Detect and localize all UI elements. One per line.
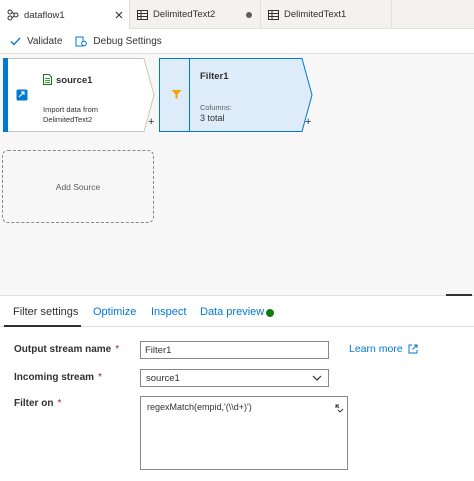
- filter-columns-label: Columns:: [200, 103, 232, 112]
- tab-inspect[interactable]: Inspect: [151, 306, 186, 318]
- filter-expression-box[interactable]: regexMatch(empid,'(\\d+)'): [140, 396, 348, 470]
- source-arrow-icon: [16, 89, 27, 101]
- file-icon: [43, 72, 52, 90]
- debug-settings-icon: [75, 36, 88, 46]
- dataflow-icon: [7, 9, 19, 21]
- add-source-label: Add Source: [55, 181, 101, 192]
- external-link-icon: [408, 344, 418, 354]
- source-node-title: source1: [56, 75, 93, 86]
- close-icon[interactable]: [115, 0, 123, 29]
- tab-divider: [391, 0, 392, 29]
- validate-label: Validate: [27, 35, 63, 47]
- required-marker: *: [57, 398, 62, 409]
- required-marker: *: [115, 344, 120, 355]
- expression-builder-icon[interactable]: [335, 400, 344, 418]
- validate-button[interactable]: Validate: [10, 30, 62, 52]
- canvas-divider: [0, 295, 474, 296]
- tab-delimitedtext2[interactable]: DelimitedText2: [130, 0, 260, 29]
- panel-resize-handle[interactable]: [446, 294, 472, 296]
- tab-dataflow1[interactable]: dataflow1: [0, 0, 129, 30]
- filter-funnel-icon: [171, 87, 182, 105]
- tab-label: dataflow1: [24, 9, 65, 21]
- table-icon: [268, 9, 279, 20]
- source-node-description: Import data from DelimitedText2: [43, 105, 99, 124]
- unsaved-dot-icon: [246, 0, 252, 29]
- document-tab-bar: dataflow1 DelimitedText2 DelimitedText1: [0, 0, 474, 30]
- debug-settings-label: Debug Settings: [93, 35, 162, 47]
- add-source-button[interactable]: Add Source: [2, 150, 154, 223]
- incoming-stream-value: source1: [146, 372, 180, 384]
- tab-data-preview[interactable]: Data preview: [200, 306, 264, 318]
- filter-expression-text: regexMatch(empid,'(\\d+)'): [147, 402, 252, 412]
- table-icon: [137, 9, 148, 20]
- debug-settings-button[interactable]: Debug Settings: [75, 30, 162, 52]
- dataflow-canvas[interactable]: source1 Import data from DelimitedText2 …: [0, 53, 474, 296]
- data-preview-status-dot: [266, 309, 274, 317]
- filter-on-label: Filter on *: [14, 398, 62, 409]
- filter-node-title: Filter1: [200, 71, 229, 82]
- tab-label: DelimitedText1: [284, 9, 347, 20]
- tab-delimitedtext1[interactable]: DelimitedText1: [261, 0, 391, 29]
- filter-node[interactable]: Filter1 Columns: 3 total: [159, 58, 314, 132]
- source-node[interactable]: source1 Import data from DelimitedText2: [3, 58, 155, 132]
- learn-more-link[interactable]: Learn more: [349, 343, 418, 355]
- source-type-badge: [7, 59, 36, 131]
- tab-filter-settings[interactable]: Filter settings: [13, 306, 78, 318]
- tab-label: DelimitedText2: [153, 9, 216, 20]
- chevron-down-icon: [312, 375, 322, 381]
- required-marker: *: [98, 372, 102, 383]
- output-stream-name-input[interactable]: [140, 341, 329, 359]
- checkmark-icon: [10, 37, 21, 45]
- incoming-stream-select[interactable]: source1: [140, 369, 329, 387]
- active-tab-indicator: [4, 325, 81, 327]
- tab-optimize[interactable]: Optimize: [93, 306, 136, 318]
- add-transform-after-filter-button[interactable]: +: [305, 116, 311, 128]
- add-transform-after-source-button[interactable]: +: [148, 116, 154, 128]
- toolbar: Validate Debug Settings: [0, 30, 474, 52]
- filter-columns-value: 3 total: [200, 113, 225, 123]
- settings-tab-bar: Filter settings Optimize Inspect Data pr…: [0, 297, 474, 327]
- incoming-stream-label: Incoming stream *: [14, 372, 102, 383]
- output-stream-name-label: Output stream name *: [14, 344, 120, 355]
